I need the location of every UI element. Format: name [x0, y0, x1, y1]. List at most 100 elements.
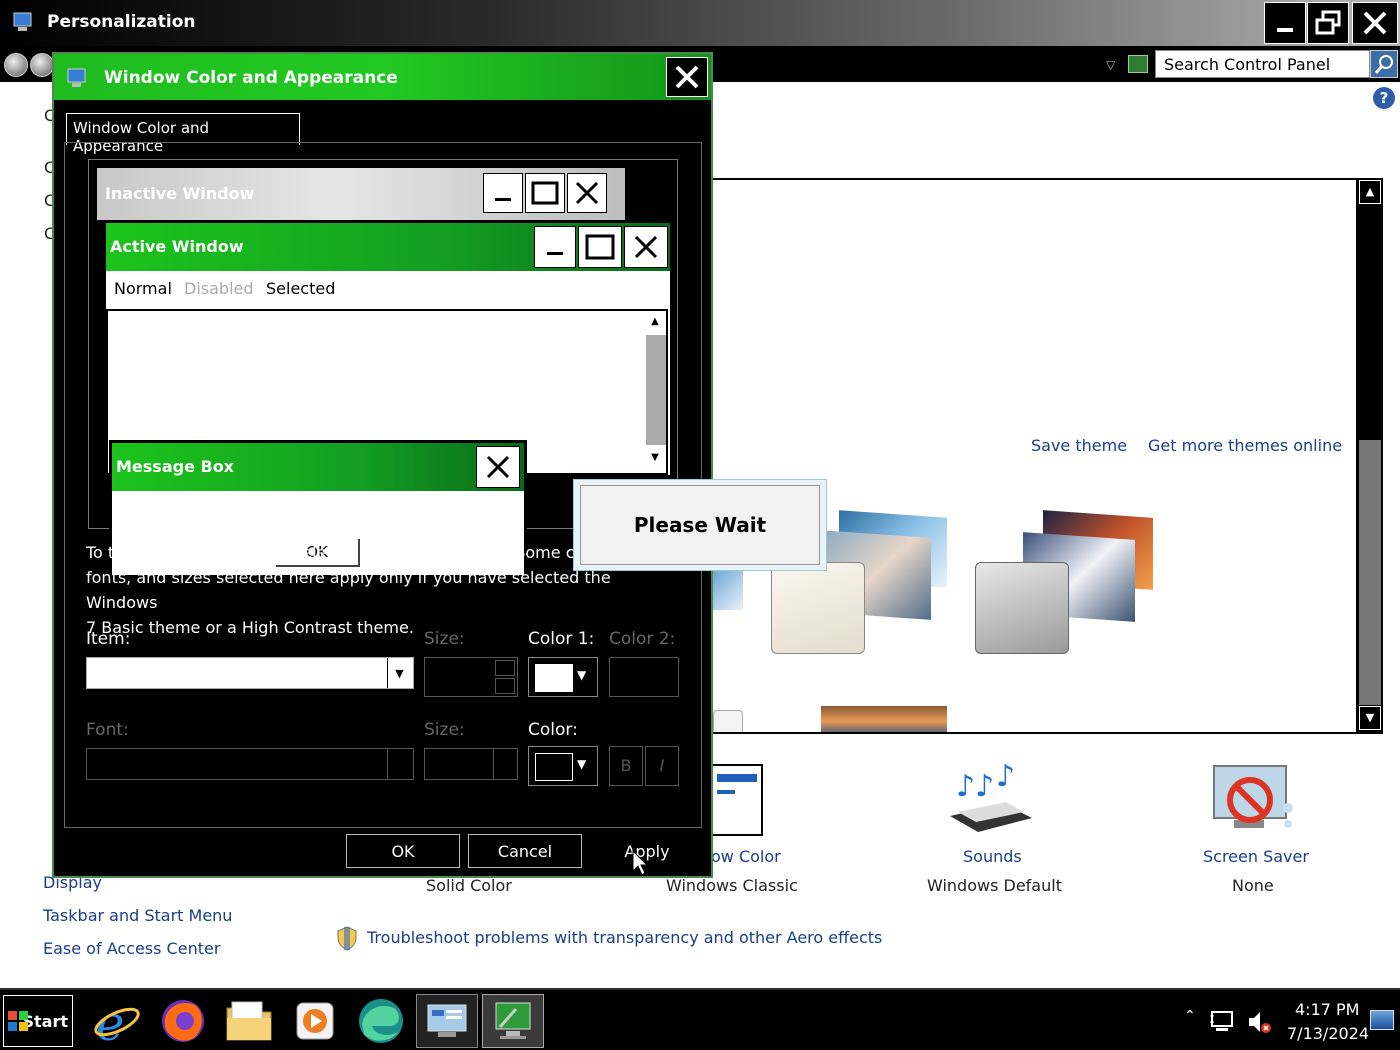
item-size-label: Size: — [424, 629, 465, 649]
window-color-icon[interactable] — [711, 764, 763, 836]
bold-toggle: B — [609, 746, 643, 786]
preview-scroll-up-icon: ▲ — [651, 316, 659, 327]
close-button[interactable] — [1352, 2, 1398, 44]
aero-info-line-2: fonts, and sizes selected here apply onl… — [86, 568, 611, 612]
tab-window-color[interactable]: Window Color and Appearance — [66, 113, 300, 155]
item-size-spinner — [424, 657, 518, 697]
dropdown-arrow-icon[interactable]: ▽ — [1106, 58, 1115, 72]
minimize-icon — [1277, 28, 1293, 32]
scroll-track[interactable] — [1359, 440, 1381, 705]
please-wait-text: Please Wait — [633, 513, 767, 537]
firefox-icon[interactable] — [152, 994, 214, 1048]
scroll-thumb[interactable] — [1359, 206, 1381, 440]
help-icon[interactable]: ? — [1373, 87, 1395, 109]
italic-toggle: I — [645, 746, 679, 786]
font-color-swatch — [535, 753, 573, 781]
sounds-icon[interactable]: ♪♪ ♪ — [944, 759, 1036, 838]
screen-saver-link[interactable]: Screen Saver — [1203, 847, 1309, 866]
inactive-window-title: Inactive Window — [105, 184, 255, 203]
dialog-title-bar: Window Color and Appearance — [54, 54, 711, 100]
internet-explorer-icon[interactable]: e — [86, 994, 148, 1048]
color1-picker[interactable]: ▼ — [528, 657, 598, 697]
inactive-close-icon — [567, 173, 607, 213]
font-color-label: Color: — [528, 720, 578, 740]
forward-button[interactable] — [30, 53, 54, 77]
color1-label: Color 1: — [528, 629, 595, 649]
message-box-titlebar: Message Box — [112, 443, 524, 491]
window-color-link[interactable]: ow Color — [711, 847, 781, 866]
show-hidden-icons-icon[interactable]: ⌃ — [1184, 1008, 1196, 1024]
search-input[interactable]: Search Control Panel — [1155, 50, 1370, 78]
chevron-down-icon: ▼ — [577, 668, 587, 682]
main-title-bar: Personalization — [0, 0, 1400, 46]
refresh-icon[interactable] — [1128, 55, 1148, 73]
restore-icon — [1315, 10, 1341, 35]
color1-swatch — [535, 664, 573, 692]
control-panel-taskbar-icon[interactable] — [416, 994, 478, 1048]
appearance-preview[interactable]: Inactive Window Active Window Normal Dis… — [88, 159, 678, 578]
please-wait-dialog: Please Wait — [573, 479, 827, 571]
scroll-up-arrow-icon[interactable]: ▲ — [1359, 180, 1381, 204]
inactive-maximize-icon — [525, 173, 565, 213]
font-select — [86, 748, 414, 780]
font-size-select — [424, 748, 518, 780]
save-theme-link[interactable]: Save theme — [1031, 436, 1127, 455]
close-icon — [675, 65, 699, 89]
chevron-down-icon: ▼ — [577, 757, 587, 771]
window-color-dialog: Window Color and Appearance Window Color… — [52, 52, 713, 878]
close-icon — [1363, 11, 1387, 35]
theme-thumbnail-partial-left[interactable] — [713, 570, 743, 610]
start-label: Start — [22, 1011, 68, 1031]
get-more-themes-link[interactable]: Get more themes online — [1148, 436, 1342, 455]
cancel-button[interactable]: Cancel — [468, 834, 582, 868]
mouse-cursor-icon — [632, 849, 649, 880]
ease-of-access-link[interactable]: Ease of Access Center — [43, 939, 220, 958]
volume-muted-icon[interactable] — [1246, 1008, 1274, 1040]
screen-saver-icon[interactable] — [1208, 762, 1300, 838]
message-box-title: Message Box — [116, 457, 234, 476]
preview-scroll-down-icon: ▼ — [651, 452, 659, 463]
back-button[interactable] — [4, 53, 28, 77]
theme-list-panel[interactable]: Save theme Get more themes online — [711, 178, 1383, 734]
search-button[interactable] — [1370, 50, 1398, 78]
inactive-minimize-icon — [483, 173, 523, 213]
edge-icon[interactable] — [350, 994, 412, 1048]
windows-logo-icon — [8, 1011, 28, 1031]
minimize-button[interactable] — [1264, 2, 1306, 44]
start-button[interactable]: Start — [3, 995, 73, 1047]
troubleshoot-link[interactable]: Troubleshoot problems with transparency … — [367, 928, 882, 947]
personalization-taskbar-icon[interactable] — [482, 994, 544, 1048]
active-window-title: Active Window — [110, 237, 244, 256]
search-icon — [1374, 55, 1393, 74]
active-close-icon — [624, 226, 668, 268]
window-color-value: Solid Color — [426, 876, 512, 895]
clock-time[interactable]: 4:17 PM — [1295, 1000, 1359, 1019]
item-select[interactable]: ▼ — [86, 657, 414, 689]
theme-thumbnail-partial-bottom-left[interactable] — [713, 710, 743, 732]
taskbar-link[interactable]: Taskbar and Start Menu — [43, 906, 232, 925]
clock-date[interactable]: 7/13/2024 — [1287, 1024, 1369, 1043]
font-label: Font: — [86, 720, 129, 740]
item-label: Item: — [86, 629, 131, 649]
taskbar: Start e ⌃ 4:17 PM 7/13/2024 — [0, 988, 1400, 1050]
ok-button[interactable]: OK — [346, 834, 460, 868]
network-icon[interactable] — [1210, 1010, 1236, 1038]
menu-normal: Normal — [114, 279, 172, 298]
restore-button[interactable] — [1307, 2, 1349, 44]
theme-panel-scrollbar[interactable]: ▲ ▼ — [1356, 178, 1383, 734]
show-desktop-button[interactable] — [1370, 1010, 1394, 1030]
svg-text:♪: ♪ — [996, 762, 1015, 794]
menu-disabled: Disabled — [184, 279, 254, 298]
sounds-link[interactable]: Sounds — [963, 847, 1022, 866]
media-player-icon[interactable] — [284, 994, 346, 1048]
file-explorer-icon[interactable] — [218, 994, 280, 1048]
theme-thumbnail-partial-bottom[interactable] — [821, 706, 947, 732]
dialog-close-button[interactable] — [666, 57, 708, 97]
scroll-down-arrow-icon[interactable]: ▼ — [1359, 706, 1381, 730]
preview-scroll-thumb — [646, 335, 666, 445]
chevron-down-icon: ▼ — [387, 658, 411, 688]
theme-thumbnail-landscapes[interactable] — [975, 510, 1165, 660]
sounds-value: Windows Default — [927, 876, 1062, 895]
font-color-picker[interactable]: ▼ — [528, 746, 598, 786]
window-title: Personalization — [47, 12, 196, 32]
